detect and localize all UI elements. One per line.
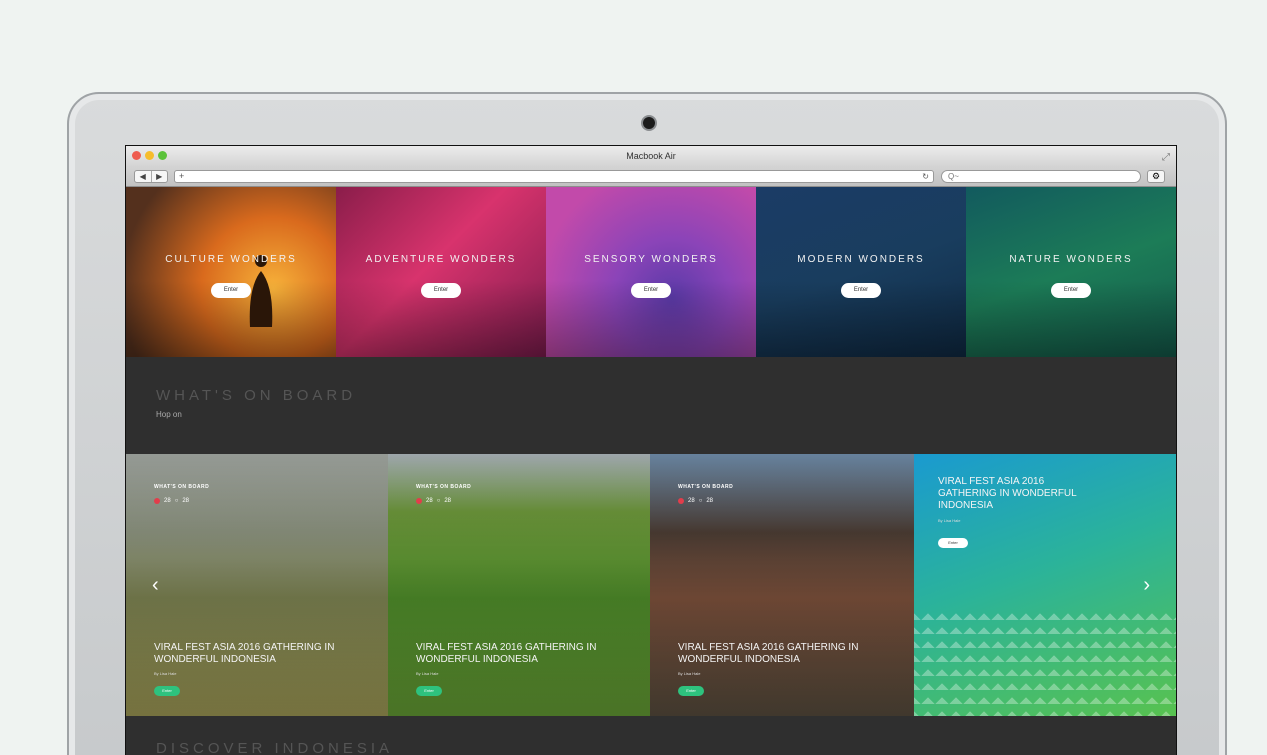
card-author: By Lisa Hale xyxy=(678,671,701,676)
close-window-icon[interactable] xyxy=(132,151,141,160)
board-section-header: WHAT'S ON BOARD Hop on xyxy=(126,357,1176,454)
enter-button[interactable]: Enter xyxy=(421,283,461,298)
card-title: VIRAL FEST ASIA 2016 GATHERING IN WONDER… xyxy=(938,476,1077,511)
card-tag: WHAT'S ON BOARD xyxy=(416,484,472,490)
wonder-tile-sensory: SENSORY WONDERS Enter xyxy=(546,187,756,357)
nav-buttons: ◀ ▶ xyxy=(134,170,168,183)
card-author: By Lisa Hale xyxy=(416,671,439,676)
enter-button[interactable]: Enter xyxy=(841,283,881,298)
heart-icon[interactable] xyxy=(416,498,422,504)
reload-icon[interactable]: ↻ xyxy=(922,171,929,182)
chevron-left-icon[interactable]: ‹ xyxy=(152,574,159,597)
card-meta: 28 ○ 28 xyxy=(678,498,713,504)
enter-button[interactable]: Enter xyxy=(1051,283,1091,298)
wonder-title: SENSORY WONDERS xyxy=(584,254,718,265)
card-tag: WHAT'S ON BOARD xyxy=(154,484,210,490)
card-enter-button[interactable]: Enter xyxy=(678,686,704,696)
like-count: 28 xyxy=(164,498,171,504)
camera-icon xyxy=(643,117,655,129)
comment-count: 28 xyxy=(706,498,713,504)
forward-button[interactable]: ▶ xyxy=(152,171,168,182)
wonders-strip: CULTURE WONDERS Enter ADVENTURE WONDERS … xyxy=(126,187,1176,357)
like-count: 28 xyxy=(426,498,433,504)
tile-shade xyxy=(336,187,546,357)
card-shade xyxy=(388,454,650,716)
search-field[interactable]: Q~ xyxy=(941,170,1141,183)
window-controls xyxy=(132,151,167,160)
section-title: WHAT'S ON BOARD xyxy=(156,387,357,404)
card-meta: 28 ○ 28 xyxy=(154,498,189,504)
wonder-title: CULTURE WONDERS xyxy=(165,254,297,265)
wonder-tile-adventure: ADVENTURE WONDERS Enter xyxy=(336,187,546,357)
tile-shade xyxy=(756,187,966,357)
like-count: 28 xyxy=(688,498,695,504)
board-card[interactable]: WHAT'S ON BOARD 28 ○ 28 VIRAL FEST ASIA … xyxy=(650,454,914,716)
pattern-decoration xyxy=(914,606,1176,716)
tile-shade xyxy=(966,187,1176,357)
card-shade xyxy=(650,454,914,716)
heart-icon[interactable] xyxy=(154,498,160,504)
browser-toolbar: ◀ ▶ + ↻ Q~ ⚙ xyxy=(126,166,1176,187)
enter-button[interactable]: Enter xyxy=(631,283,671,298)
window-title: Macbook Air xyxy=(626,151,676,161)
card-meta: 28 ○ 28 xyxy=(416,498,451,504)
card-author: By Lisa Hale xyxy=(154,671,177,676)
card-title: VIRAL FEST ASIA 2016 GATHERING IN WONDER… xyxy=(678,642,859,665)
laptop-screen: Macbook Air ⤢ ◀ ▶ + ↻ Q~ ⚙ CULTURE WONDE… xyxy=(125,145,1177,755)
enter-button[interactable]: Enter xyxy=(211,283,251,298)
card-enter-button[interactable]: Enter xyxy=(938,538,968,548)
card-enter-button[interactable]: Enter xyxy=(154,686,180,696)
board-card[interactable]: WHAT'S ON BOARD 28 ○ 28 VIRAL FEST ASIA … xyxy=(126,454,388,716)
gear-icon[interactable]: ⚙ xyxy=(1147,170,1165,183)
card-shade xyxy=(126,454,388,716)
minimize-window-icon[interactable] xyxy=(145,151,154,160)
board-card[interactable]: WHAT'S ON BOARD 28 ○ 28 VIRAL FEST ASIA … xyxy=(388,454,650,716)
wonder-tile-modern: MODERN WONDERS Enter xyxy=(756,187,966,357)
card-title: VIRAL FEST ASIA 2016 GATHERING IN WONDER… xyxy=(154,642,335,665)
address-bar[interactable]: + ↻ xyxy=(174,170,934,183)
wonder-tile-nature: NATURE WONDERS Enter xyxy=(966,187,1176,357)
comment-icon: ○ xyxy=(174,498,179,504)
section-subtitle: Hop on xyxy=(156,410,182,419)
board-carousel: ‹ WHAT'S ON BOARD 28 ○ 28 VIRAL FEST ASI… xyxy=(126,454,1176,716)
comment-count: 28 xyxy=(182,498,189,504)
tile-shade xyxy=(546,187,756,357)
section-title: DISCOVER INDONESIA xyxy=(156,740,394,755)
wonder-title: ADVENTURE WONDERS xyxy=(365,254,517,265)
chevron-right-icon[interactable]: › xyxy=(1143,574,1150,597)
card-author: By Lisa Hale xyxy=(938,518,961,523)
comment-icon: ○ xyxy=(436,498,441,504)
card-enter-button[interactable]: Enter xyxy=(416,686,442,696)
wonder-title: NATURE WONDERS xyxy=(1009,254,1133,265)
fullscreen-icon[interactable]: ⤢ xyxy=(1162,148,1170,168)
zoom-window-icon[interactable] xyxy=(158,151,167,160)
discover-section: DISCOVER INDONESIA xyxy=(126,716,1176,755)
heart-icon[interactable] xyxy=(678,498,684,504)
tile-shade xyxy=(126,187,336,357)
wonder-tile-culture: CULTURE WONDERS Enter xyxy=(126,187,336,357)
board-card-featured[interactable]: VIRAL FEST ASIA 2016 GATHERING IN WONDER… xyxy=(914,454,1176,716)
back-button[interactable]: ◀ xyxy=(135,171,152,182)
comment-count: 28 xyxy=(444,498,451,504)
card-tag: WHAT'S ON BOARD xyxy=(678,484,734,490)
browser-titlebar: Macbook Air ⤢ xyxy=(126,146,1176,166)
comment-icon: ○ xyxy=(698,498,703,504)
wonder-title: MODERN WONDERS xyxy=(797,254,925,265)
card-title: VIRAL FEST ASIA 2016 GATHERING IN WONDER… xyxy=(416,642,597,665)
address-text: + xyxy=(179,171,185,181)
